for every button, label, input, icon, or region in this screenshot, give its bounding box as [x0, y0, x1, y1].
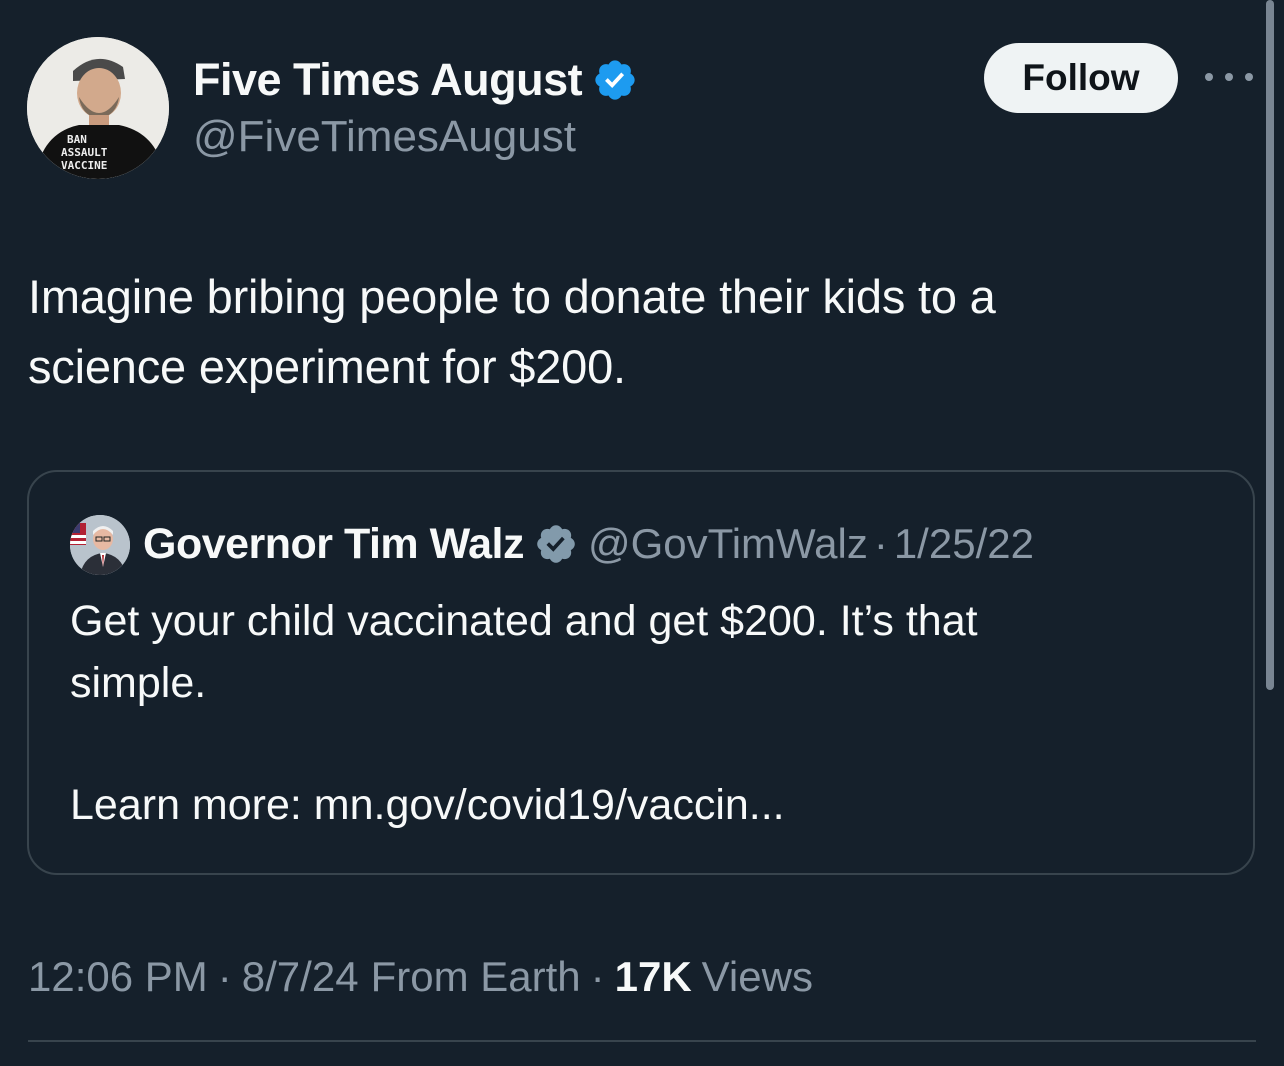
tweet-date[interactable]: 8/7/24 — [242, 953, 359, 1001]
divider — [28, 1040, 1256, 1042]
quote-author-handle[interactable]: @GovTimWalz — [588, 520, 868, 568]
author-name-row: Five Times August — [193, 52, 638, 108]
quote-body-line: Get your child vaccinated and get $200. … — [70, 597, 978, 645]
quote-avatar-image — [70, 515, 130, 575]
quote-body-line: simple. — [70, 659, 207, 707]
more-options-icon[interactable] — [1205, 63, 1253, 91]
meta-separator: · — [590, 953, 605, 1000]
avatar-shirt-line-1: BAN — [67, 133, 87, 146]
tweet-source: From Earth — [370, 953, 581, 1000]
quote-author-name[interactable]: Governor Tim Walz — [143, 520, 524, 569]
tweet-time[interactable]: 12:06 PM — [28, 953, 208, 1001]
views-count: 17K — [614, 953, 692, 1000]
meta-separator: · — [217, 953, 232, 1000]
scrollbar[interactable] — [1266, 0, 1274, 690]
tweet-meta: 12:06 PM · 8/7/24 From Earth · 17K Views — [28, 946, 813, 1008]
author-display-name[interactable]: Five Times August — [193, 54, 583, 106]
quoted-tweet-card[interactable]: Governor Tim Walz @GovTimWalz · 1/25/22 … — [27, 470, 1255, 875]
avatar-shirt-line-2: ASSAULT — [61, 146, 108, 159]
quote-link-line: Learn more: mn.gov/covid19/vaccin... — [70, 781, 785, 829]
avatar-shirt-line-3: VACCINE — [61, 159, 107, 172]
views-label: Views — [701, 953, 813, 1000]
author-avatar-image: BAN ASSAULT VACCINE — [27, 37, 169, 179]
verified-badge-icon[interactable] — [534, 522, 578, 566]
author-handle[interactable]: @FiveTimesAugust — [193, 112, 576, 162]
tweet-text-line: science experiment for $200. — [28, 340, 626, 393]
quote-header: Governor Tim Walz @GovTimWalz · 1/25/22 — [143, 514, 1034, 574]
tweet-text-line: Imagine bribing people to donate their k… — [28, 270, 996, 323]
more-dot — [1245, 73, 1253, 81]
follow-button[interactable]: Follow — [984, 43, 1178, 113]
tweet-text: Imagine bribing people to donate their k… — [28, 262, 1228, 402]
quote-separator: · — [873, 520, 888, 567]
more-dot — [1225, 73, 1233, 81]
verified-badge-icon[interactable] — [592, 57, 638, 103]
more-dot — [1205, 73, 1213, 81]
author-avatar[interactable]: BAN ASSAULT VACCINE — [27, 37, 169, 179]
quote-date[interactable]: 1/25/22 — [894, 520, 1034, 568]
quote-author-avatar[interactable] — [70, 515, 130, 575]
quote-body: Get your child vaccinated and get $200. … — [70, 590, 1210, 714]
